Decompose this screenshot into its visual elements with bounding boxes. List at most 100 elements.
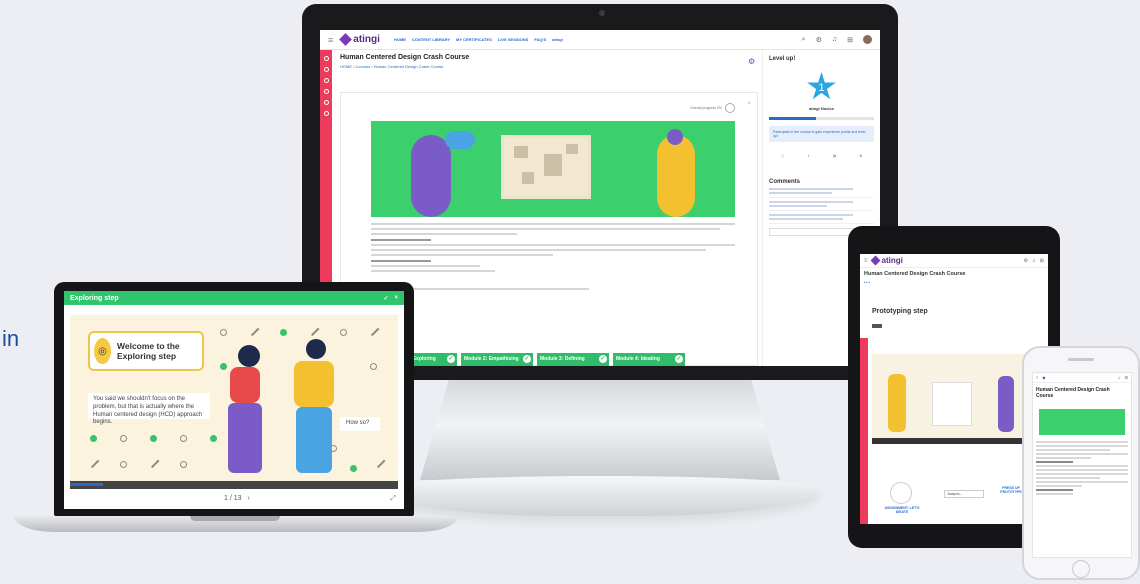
monitor-stand-base xyxy=(380,476,820,516)
main-nav: HOME CONTENT LIBRARY MY CERTIFICATES LIV… xyxy=(394,37,563,42)
person-right-illustration xyxy=(657,135,695,217)
grid-icon[interactable]: ⊞ xyxy=(1125,375,1128,380)
nav-faqs[interactable]: FAQ'S xyxy=(534,37,546,42)
level-tip: Participate in the course to gain experi… xyxy=(769,126,874,142)
nav-content-library[interactable]: CONTENT LIBRARY xyxy=(412,37,450,42)
expand-icon[interactable]: ⤢ xyxy=(390,495,396,503)
phone-description xyxy=(1033,435,1131,495)
close-icon[interactable]: × xyxy=(747,101,751,107)
logo-diamond-icon xyxy=(339,33,353,46)
tablet-top-navbar: ≡ atingi ⚙ ♫ ⊞ xyxy=(860,254,1048,268)
logo-text: atingi xyxy=(353,34,380,45)
menu-icon[interactable]: ≡ xyxy=(1036,375,1038,380)
sidebar-icon-6[interactable] xyxy=(323,111,329,116)
home-button[interactable] xyxy=(1072,560,1090,578)
menu-icon[interactable]: ≡ xyxy=(864,258,868,264)
bell-icon[interactable]: ♫ xyxy=(1032,258,1036,264)
tablet-video-bar[interactable] xyxy=(872,438,1040,444)
close-icon[interactable]: × xyxy=(394,295,398,302)
prototyping-illustration xyxy=(872,354,1040,438)
module-tile-4[interactable]: Module 4: Ideating ✓ xyxy=(613,353,685,366)
person-left-body xyxy=(230,367,260,403)
nav-live-sessions[interactable]: LIVE SESSIONS xyxy=(498,37,528,42)
step-badge xyxy=(872,324,882,328)
sidebar-icon-1[interactable] xyxy=(323,56,329,61)
breadcrumb[interactable]: HOME / Courses / Human Centered Design C… xyxy=(340,64,469,69)
comment-item xyxy=(769,214,874,224)
bell-icon[interactable]: ♫ xyxy=(1118,375,1121,380)
chevron-right-icon[interactable]: › xyxy=(248,495,250,502)
pager-text: 1 / 13 xyxy=(224,495,242,502)
grid-icon[interactable]: ⊞ xyxy=(1040,258,1044,264)
settings-icon[interactable]: ⚙ xyxy=(1024,258,1028,264)
bell-icon[interactable]: ♫ xyxy=(832,36,837,43)
level-name: atingi Novice xyxy=(809,106,834,111)
slide-pager: 1 / 13 › xyxy=(224,495,250,502)
menu-icon[interactable]: ≡ xyxy=(328,35,333,45)
gear-icon[interactable]: ⚙ xyxy=(748,57,755,66)
level-progress-bar xyxy=(769,117,874,120)
tablet-page-title: Human Centered Design Crash Course xyxy=(864,271,966,277)
check-icon[interactable]: ✓ xyxy=(383,295,388,302)
phone-speaker xyxy=(1068,358,1094,361)
check-icon: ✓ xyxy=(447,355,455,363)
level-star-icon: 1 xyxy=(807,72,836,100)
sidebar-icon-2[interactable] xyxy=(323,67,329,72)
person-left-illustration xyxy=(238,345,260,367)
avatar[interactable] xyxy=(863,35,872,44)
nav-atingi[interactable]: atingi xyxy=(552,37,563,42)
tablet-breadcrumb[interactable]: ▸ ▸ ▸ xyxy=(860,280,1048,284)
laptop: Exploring step ✓ × ◎ Welcome to the Expl… xyxy=(54,282,414,516)
welcome-text: Welcome to the Exploring step xyxy=(116,340,180,361)
logo-diamond-icon xyxy=(870,255,880,266)
module-2-label: Module 2: Empathising xyxy=(464,356,519,362)
step-header-title: Exploring step xyxy=(70,294,119,302)
info-icon[interactable]: ⓘ xyxy=(781,154,785,159)
laptop-screen: Exploring step ✓ × ◎ Welcome to the Expl… xyxy=(64,291,404,509)
module-tile-2[interactable]: Module 2: Empathising ✓ xyxy=(461,353,533,366)
prev-activity-link[interactable]: ASSIGNMENT: LET'S IDEATE xyxy=(880,506,924,514)
progress-indicator: Overall progress 0% xyxy=(690,103,735,113)
monitor-stand xyxy=(420,380,780,480)
whiteboard-illustration xyxy=(501,135,591,199)
settings-icon[interactable]: ⚙ xyxy=(816,36,822,44)
check-icon: ✓ xyxy=(599,355,607,363)
jump-to-select[interactable]: Jump to... xyxy=(944,490,984,498)
phone: ≡ ◆ ♫ ⊞ Human Centered Design Crash Cour… xyxy=(1022,346,1140,580)
progress-ring xyxy=(725,103,735,113)
logo-diamond-icon: ◆ xyxy=(1042,375,1046,380)
sidebar-icon-5[interactable] xyxy=(323,100,329,105)
person-right-illustration xyxy=(306,339,326,359)
sidebar-icon-4[interactable] xyxy=(323,89,329,94)
person-right-head xyxy=(667,129,683,145)
course-description xyxy=(371,223,735,293)
ladder-icon[interactable]: ⇧ xyxy=(807,154,810,159)
nav-home[interactable]: HOME xyxy=(394,37,406,42)
person-right-body xyxy=(294,361,334,407)
video-progress-bar[interactable] xyxy=(70,481,398,489)
reply-bubble: How so? xyxy=(340,417,380,431)
tablet-screen: ≡ atingi ⚙ ♫ ⊞ Human Centered Design Cra… xyxy=(860,254,1048,524)
tablet-top-icons: ⚙ ♫ ⊞ xyxy=(1024,258,1044,264)
grid-icon[interactable]: ⊞ xyxy=(847,36,853,44)
report-icon[interactable]: ▤ xyxy=(833,154,836,159)
phone-top-navbar: ≡ ◆ ♫ ⊞ xyxy=(1033,373,1131,383)
search-icon[interactable]: ⌕ xyxy=(802,36,806,44)
nav-certificates[interactable]: MY CERTIFICATES xyxy=(456,37,492,42)
top-navbar: ≡ atingi HOME CONTENT LIBRARY MY CERTIFI… xyxy=(320,30,880,50)
sidebar-icon-3[interactable] xyxy=(323,78,329,83)
page-header: Human Centered Design Crash Course HOME … xyxy=(340,54,469,69)
page-title: Human Centered Design Crash Course xyxy=(340,54,470,61)
level-title: Level up! xyxy=(769,56,796,62)
prev-arrow-icon[interactable] xyxy=(890,482,912,504)
speech-bubble: You said we shouldn't focus on the probl… xyxy=(88,393,210,425)
step-title: Prototyping step xyxy=(872,308,928,315)
module-tile-3[interactable]: Module 3: Defining ✓ xyxy=(537,353,609,366)
phone-hero-image xyxy=(1039,409,1125,435)
settings-icon[interactable]: ⚙ xyxy=(859,154,862,159)
atingi-logo[interactable]: atingi xyxy=(870,255,903,266)
atingi-logo[interactable]: atingi xyxy=(339,33,380,46)
logo-text: atingi xyxy=(881,256,903,265)
progress-label: Overall progress 0% xyxy=(690,106,722,110)
phone-screen: ≡ ◆ ♫ ⊞ Human Centered Design Crash Cour… xyxy=(1032,372,1132,558)
